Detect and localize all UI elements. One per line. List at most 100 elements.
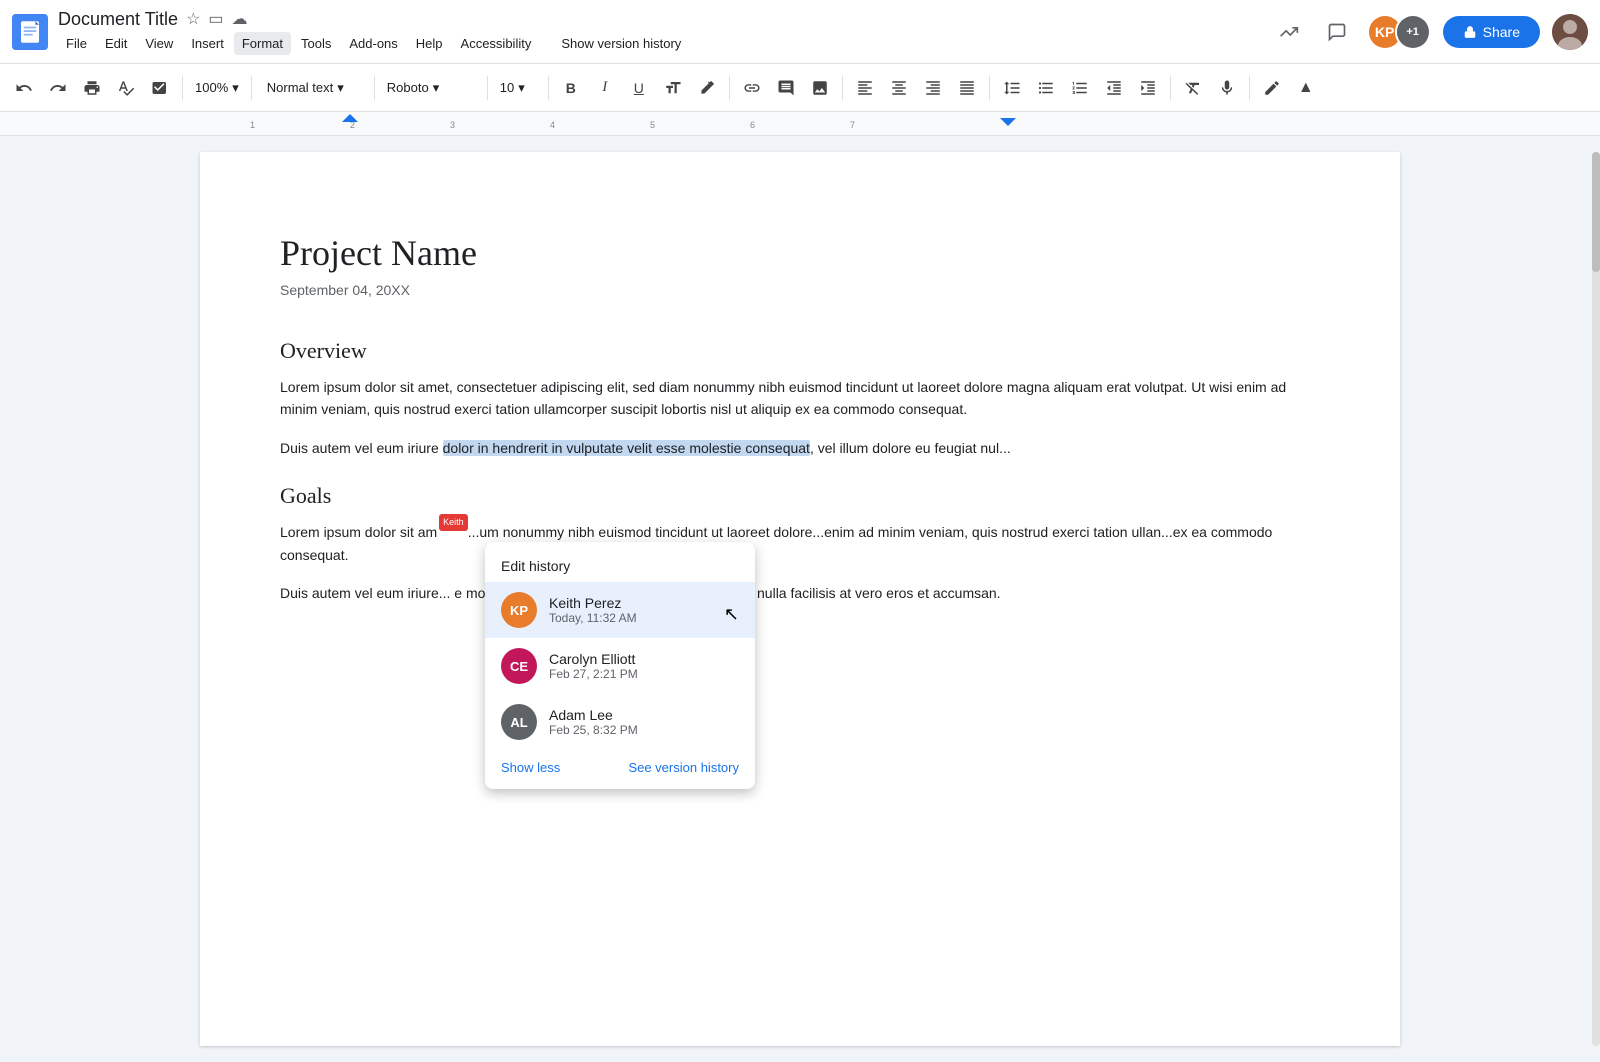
insert-image-button[interactable] (804, 72, 836, 104)
overview-para-1: Lorem ipsum dolor sit amet, consectetuer… (280, 376, 1320, 421)
menu-addons[interactable]: Add-ons (341, 32, 405, 55)
show-less-link[interactable]: Show less (501, 760, 560, 775)
scrollbar[interactable] (1592, 152, 1600, 1046)
doc-title-heading: Project Name (280, 232, 1320, 274)
toolbar-sep-10 (1249, 76, 1250, 100)
menu-help[interactable]: Help (408, 32, 451, 55)
history-name-ce: Carolyn Elliott (549, 651, 739, 667)
show-version-history-link[interactable]: Show version history (561, 36, 681, 51)
cloud-icon[interactable]: ☁ (232, 9, 248, 29)
print-button[interactable] (76, 72, 108, 104)
voice-input-button[interactable] (1211, 72, 1243, 104)
image-icon (811, 79, 829, 97)
line-spacing-icon (1003, 79, 1021, 97)
doc-page[interactable]: Project Name September 04, 20XX Overview… (200, 152, 1400, 1046)
menu-view[interactable]: View (137, 32, 181, 55)
menu-format[interactable]: Format (234, 32, 291, 55)
highlight-button[interactable] (691, 72, 723, 104)
scrollbar-thumb[interactable] (1592, 152, 1600, 272)
edit-history-title: Edit history (485, 542, 755, 582)
underline-icon: U (634, 80, 644, 96)
comment-icon (777, 79, 795, 97)
menu-accessibility[interactable]: Accessibility (453, 32, 540, 55)
style-chevron-icon: ▾ (337, 80, 344, 96)
numbered-list-button[interactable] (1064, 72, 1096, 104)
history-avatar-al: AL (501, 704, 537, 740)
edit-history-popup: Edit history KP Keith Perez Today, 11:32… (485, 542, 755, 789)
italic-button[interactable]: I (589, 72, 621, 104)
history-item-2[interactable]: AL Adam Lee Feb 25, 8:32 PM (485, 694, 755, 750)
menu-tools[interactable]: Tools (293, 32, 339, 55)
paint-format-button[interactable] (144, 72, 176, 104)
doc-date: September 04, 20XX (280, 282, 1320, 298)
style-label: Normal text (267, 80, 333, 95)
font-dropdown[interactable]: Roboto ▾ (381, 72, 481, 104)
svg-text:5: 5 (650, 120, 655, 130)
avatar-group2[interactable]: +1 (1395, 14, 1431, 50)
goals-para-2: Duis autem vel eum iriure... e molestie … (280, 582, 1320, 604)
style-dropdown[interactable]: Normal text ▾ (258, 72, 368, 104)
menu-edit[interactable]: Edit (97, 32, 135, 55)
zoom-dropdown[interactable]: 100% ▾ (189, 72, 245, 104)
justify-button[interactable] (951, 72, 983, 104)
title-area: Document Title ☆ ▭ ☁ File Edit View Inse… (58, 9, 1271, 55)
bullet-list-icon (1037, 79, 1055, 97)
chat-icon[interactable] (1319, 14, 1355, 50)
font-size-dropdown[interactable]: 10 ▾ (494, 72, 542, 104)
font-size-label: 10 (500, 80, 514, 95)
share-button[interactable]: Share (1443, 16, 1540, 48)
clear-formatting-button[interactable] (1177, 72, 1209, 104)
bold-icon: B (566, 80, 576, 96)
overview-para2-end: , vel illum dolore eu feugiat nul... (810, 440, 1011, 456)
title-right-area: KP +1 Share (1271, 14, 1588, 50)
avatar-group2-img: +1 (1397, 16, 1429, 48)
align-center-icon (890, 79, 908, 97)
doc-title[interactable]: Document Title (58, 9, 178, 30)
undo-button[interactable] (8, 72, 40, 104)
history-item-1[interactable]: CE Carolyn Elliott Feb 27, 2:21 PM (485, 638, 755, 694)
underline-button[interactable]: U (623, 72, 655, 104)
history-time-kp: Today, 11:32 AM (549, 611, 712, 625)
doc-area: Project Name September 04, 20XX Overview… (0, 136, 1600, 1062)
menu-file[interactable]: File (58, 32, 95, 55)
history-info-al: Adam Lee Feb 25, 8:32 PM (549, 707, 739, 737)
ruler-svg: 1 2 3 4 5 6 7 (0, 112, 1600, 136)
font-chevron-icon: ▾ (433, 80, 440, 96)
link-button[interactable] (736, 72, 768, 104)
align-right-icon (924, 79, 942, 97)
doc-title-row: Document Title ☆ ▭ ☁ (58, 9, 1271, 30)
redo-button[interactable] (42, 72, 74, 104)
trending-icon[interactable] (1271, 14, 1307, 50)
ruler: 1 2 3 4 5 6 7 (0, 112, 1600, 136)
font-color-button[interactable] (657, 72, 689, 104)
collaborator-avatars: KP +1 (1367, 14, 1431, 50)
doc-right-margin (1400, 136, 1600, 1062)
highlighted-text: dolor in hendrerit in vulputate velit es… (443, 440, 810, 456)
spellcheck-button[interactable] (110, 72, 142, 104)
star-icon[interactable]: ☆ (186, 9, 200, 29)
folder-icon[interactable]: ▭ (208, 9, 223, 29)
user-avatar-main[interactable] (1552, 14, 1588, 50)
menu-insert[interactable]: Insert (183, 32, 232, 55)
collapse-toolbar-button[interactable]: ▲ (1290, 72, 1322, 104)
insert-comment-button[interactable] (770, 72, 802, 104)
align-right-button[interactable] (917, 72, 949, 104)
see-version-history-link[interactable]: See version history (628, 760, 739, 775)
history-name-al: Adam Lee (549, 707, 739, 723)
line-spacing-button[interactable] (996, 72, 1028, 104)
overview-para-2: Duis autem vel eum iriure dolor in hendr… (280, 437, 1320, 459)
bold-button[interactable]: B (555, 72, 587, 104)
edit-mode-icon (1263, 79, 1281, 97)
menu-bar: File Edit View Insert Format Tools Add-o… (58, 32, 1271, 55)
italic-icon: I (602, 79, 607, 96)
history-time-ce: Feb 27, 2:21 PM (549, 667, 739, 681)
share-label: Share (1483, 24, 1520, 40)
history-item-0[interactable]: KP Keith Perez Today, 11:32 AM ↖ (485, 582, 755, 638)
bullet-list-button[interactable] (1030, 72, 1062, 104)
align-left-button[interactable] (849, 72, 881, 104)
decrease-indent-button[interactable] (1098, 72, 1130, 104)
goals-heading: Goals (280, 483, 1320, 509)
editing-mode-button[interactable] (1256, 72, 1288, 104)
align-center-button[interactable] (883, 72, 915, 104)
increase-indent-button[interactable] (1132, 72, 1164, 104)
